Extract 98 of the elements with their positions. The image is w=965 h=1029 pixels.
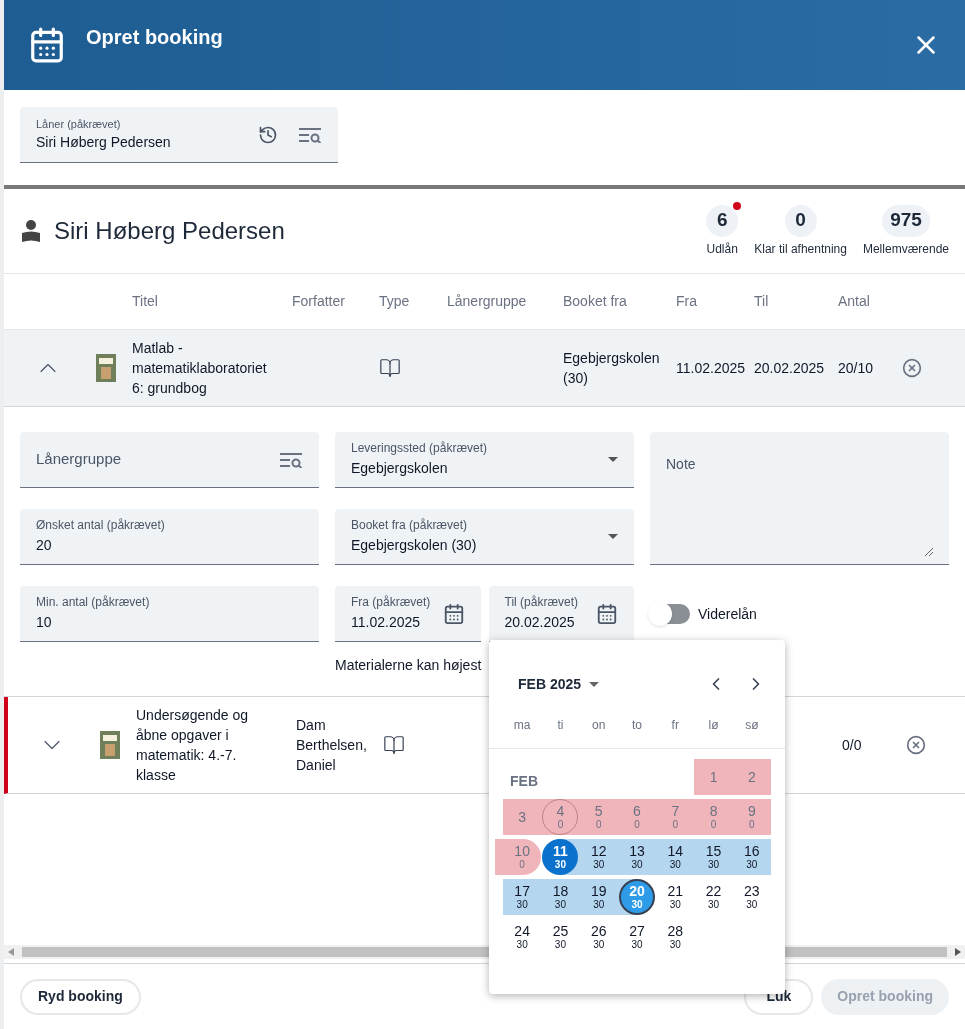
calendar-day[interactable]: 23 30: [733, 879, 770, 915]
field-value: Egebjergskolen (30): [351, 535, 478, 555]
calendar-day[interactable]: 28 30: [657, 919, 694, 955]
book-icon: [379, 357, 401, 379]
column-header: Til: [754, 292, 770, 311]
month-label: FEB: [510, 772, 538, 791]
reader-icon: [20, 219, 42, 243]
dropdown-caret-icon: [608, 457, 618, 462]
book-icon: [383, 734, 405, 756]
to-cell-text: 20.02.2025: [754, 358, 826, 378]
calendar-day[interactable]: 26 30: [580, 919, 617, 955]
column-header: Booket fra: [563, 292, 628, 311]
calendar-day[interactable]: 16 30: [733, 839, 770, 875]
to-date-field[interactable]: Til (påkrævet) 20.02.2025: [488, 586, 634, 642]
field-value: 10: [36, 612, 53, 632]
calendar-day[interactable]: 17 30: [504, 879, 541, 915]
field-label: Fra (påkrævet): [351, 593, 432, 610]
dropdown-caret-icon[interactable]: [589, 681, 600, 687]
booked-from-select[interactable]: Booket fra (påkrævet) Egebjergskolen (30): [335, 509, 634, 565]
count-cell-text: 0/0: [842, 735, 863, 755]
stat-value[interactable]: 0: [784, 204, 817, 237]
booking-row[interactable]: Matlab - matematiklaboratoriet 6: grundbog Egebjergskolen (30) 11.02.2025 20.02.2025 20/10: [4, 330, 965, 407]
field-value: Siri Høberg Pedersen: [36, 133, 172, 153]
history-icon[interactable]: [258, 124, 278, 145]
list-search-icon[interactable]: [298, 126, 322, 143]
calendar-day[interactable]: 27 30: [619, 919, 655, 955]
from-date-field[interactable]: Fra (påkrævet) 11.02.2025: [335, 586, 481, 642]
remove-icon[interactable]: [902, 358, 922, 378]
field-label: Min. antal (påkrævet): [36, 593, 151, 610]
title-cell-text: Undersøgende og åbne opgaver i matematik: 4.-7. klasse: [136, 706, 250, 785]
column-header: Titel: [132, 292, 159, 311]
field-label: Til (påkrævet): [504, 593, 580, 610]
calendar-day[interactable]: 13 30: [619, 839, 655, 875]
loaner-field[interactable]: Låner (påkrævet) Siri Høberg Pedersen: [20, 107, 338, 163]
weekday-label: on: [591, 716, 607, 734]
toggle-label: Viderelån: [698, 604, 757, 624]
weekday-label: ti: [556, 716, 565, 734]
column-header: Forfatter: [292, 292, 346, 311]
from-cell-text: 11.02.2025: [676, 358, 747, 378]
dialog-title: Opret booking: [86, 25, 224, 50]
weekday-label: to: [631, 716, 643, 734]
field-label: Låner (påkrævet): [36, 116, 122, 132]
calendar-day[interactable]: 21 30: [657, 879, 694, 915]
calendar-day[interactable]: 18 30: [542, 879, 579, 915]
calendar-day[interactable]: 19 30: [580, 879, 617, 915]
field-value: Egebjergskolen: [351, 458, 449, 478]
weekday-label: fr: [670, 716, 680, 734]
field-placeholder: Note: [666, 456, 696, 472]
patron-name: Siri Høberg Pedersen: [54, 216, 286, 246]
calendar-day[interactable]: 25 30: [542, 919, 579, 955]
column-header: Type: [379, 292, 411, 311]
calendar-day[interactable]: 14 30: [657, 839, 694, 875]
limit-message: Materialerne kan højest: [335, 656, 483, 675]
calendar-icon[interactable]: [442, 602, 465, 625]
delivery-select[interactable]: Leveringssted (påkrævet) Egebjergskolen: [335, 432, 634, 488]
relend-toggle[interactable]: [650, 604, 690, 624]
stat-label: Mellemværende: [862, 240, 949, 258]
stat-label: Klar til afhentning: [754, 240, 847, 258]
column-header: Fra: [676, 292, 698, 311]
calendar-day[interactable]: 15 30: [695, 839, 732, 875]
calendar-day[interactable]: 12 30: [580, 839, 617, 875]
field-label: Booket fra (påkrævet): [351, 516, 469, 533]
weekday-label: sø: [744, 716, 760, 734]
weekday-label: ma: [512, 716, 532, 734]
month-year-selector[interactable]: FEB 2025: [518, 673, 582, 695]
stat-value[interactable]: 6: [706, 204, 739, 237]
book-cover-icon: [96, 354, 116, 382]
field-placeholder: Lånergruppe: [36, 449, 123, 470]
calendar-day[interactable]: 11 30: [542, 839, 579, 875]
weekday-label: lø: [707, 716, 720, 734]
count-cell-text: 20/10: [838, 358, 875, 378]
field-value: 20: [36, 535, 53, 555]
booked-from-cell-text: Egebjergskolen (30): [563, 349, 661, 388]
loaner-group-field[interactable]: Lånergruppe: [20, 432, 319, 488]
field-value: 20.02.2025: [504, 612, 576, 632]
field-label: Ønsket antal (påkrævet): [36, 516, 166, 533]
scroll-right-icon[interactable]: [955, 948, 961, 956]
author-cell-text: Dam Berthelsen, Daniel: [296, 716, 368, 775]
field-label: Leveringssted (påkrævet): [351, 439, 489, 456]
calendar-day[interactable]: 22 30: [695, 879, 732, 915]
stat-label: Udlån: [706, 240, 738, 258]
wanted-count-field[interactable]: Ønsket antal (påkrævet) 20: [20, 509, 319, 565]
resize-handle-icon[interactable]: [925, 548, 933, 556]
list-search-icon[interactable]: [279, 451, 303, 468]
column-header: Antal: [838, 292, 871, 311]
field-value: 11.02.2025: [351, 612, 422, 632]
calendar-day[interactable]: 24 30: [504, 919, 541, 955]
remove-icon[interactable]: [906, 735, 926, 755]
clear-booking-button[interactable]: Ryd booking: [20, 978, 141, 1015]
dropdown-caret-icon: [608, 534, 618, 539]
stat-value[interactable]: 975: [882, 204, 930, 237]
min-count-field[interactable]: Min. antal (påkrævet) 10: [20, 586, 319, 642]
book-cover-icon: [100, 731, 120, 759]
column-header: Lånergruppe: [447, 292, 528, 311]
note-field[interactable]: Note: [650, 432, 949, 565]
calendar-icon[interactable]: [596, 602, 618, 625]
title-cell-text: Matlab - matematiklaboratoriet 6: grundbog: [132, 339, 268, 398]
calendar-icon: [28, 26, 66, 64]
